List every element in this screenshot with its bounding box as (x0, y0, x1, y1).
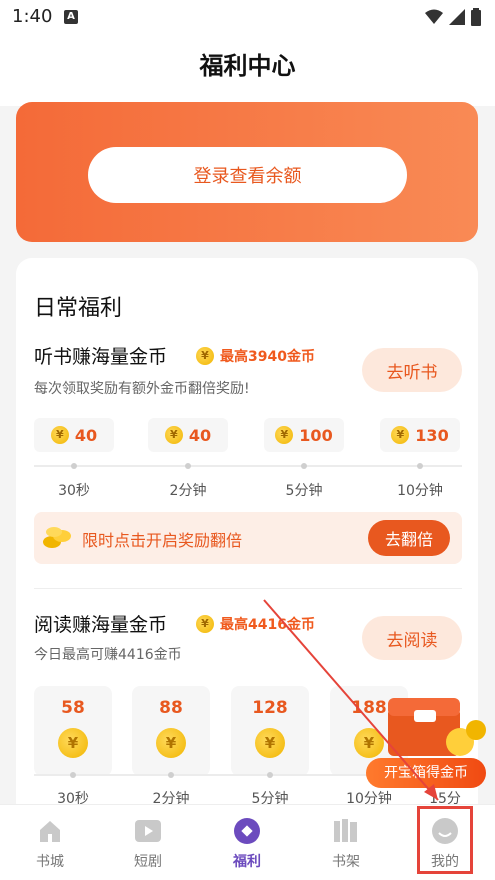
reward-chip: ¥40 (148, 418, 228, 452)
coin-icon: ¥ (50, 426, 69, 444)
time-label: 30秒 (58, 483, 90, 499)
coin-icon: ¥ (255, 728, 285, 758)
section-divider (34, 588, 462, 589)
bookshelf-icon (332, 817, 360, 845)
section-title: 日常福利 (34, 296, 123, 321)
nav-label: 书城 (36, 854, 64, 870)
reward-chip: ¥100 (264, 418, 344, 452)
reward-chip: ¥130 (380, 418, 460, 452)
progress-dot (185, 463, 191, 469)
page-header: 福利中心 (0, 34, 495, 106)
read-reward-card: 58 ¥ (34, 686, 112, 776)
coin-icon: ¥ (58, 728, 88, 758)
reward-amount: 100 (299, 425, 333, 445)
coin-icon: ¥ (196, 347, 214, 365)
reward-amount: 88 (159, 698, 183, 718)
welfare-icon (233, 817, 261, 845)
listen-max-text: 最高3940金币 (220, 349, 315, 365)
gold-stack-icon (43, 527, 71, 548)
system-icons (425, 8, 481, 26)
app-notification-icon: A (64, 10, 78, 24)
progress-dot (301, 463, 307, 469)
time-label: 10分钟 (397, 483, 443, 499)
progress-dot (71, 463, 77, 469)
time-label: 2分钟 (169, 483, 207, 499)
status-bar: 1:40 A (0, 0, 495, 34)
reward-amount: 128 (252, 698, 288, 718)
reward-chip: ¥40 (34, 418, 114, 452)
coin-icon: ¥ (275, 426, 294, 444)
coin-icon: ¥ (164, 426, 183, 444)
listen-max-reward: ¥ 最高3940金币 (196, 346, 315, 366)
read-subtitle: 今日最高可赚4416金币 (34, 647, 182, 663)
nav-item-short-drama[interactable]: 短剧 (108, 805, 188, 880)
nav-label: 书架 (332, 854, 360, 870)
progress-dot (70, 772, 76, 778)
time-label: 5分钟 (285, 483, 323, 499)
progress-dot (267, 772, 273, 778)
treasure-chest-icon[interactable] (380, 690, 490, 760)
coin-icon: ¥ (391, 426, 410, 444)
read-task-title: 阅读赚海量金币 (34, 614, 168, 636)
nav-label: 福利 (233, 854, 261, 870)
progress-track (34, 465, 462, 467)
page-title: 福利中心 (199, 52, 296, 80)
reward-amount: 130 (415, 425, 449, 445)
reward-amount: 40 (74, 425, 98, 445)
read-reward-card: 128 ¥ (231, 686, 309, 776)
open-chest-button[interactable]: 开宝箱得金币 (366, 758, 486, 788)
balance-banner: 登录查看余额 (16, 102, 478, 242)
play-icon (134, 817, 162, 845)
read-max-reward: ¥ 最高4416金币 (196, 614, 315, 634)
go-listen-button[interactable]: 去听书 (362, 348, 462, 392)
coin-icon: ¥ (156, 728, 186, 758)
reward-amount: 40 (188, 425, 212, 445)
listen-subtitle: 每次领取奖励有额外金币翻倍奖励! (34, 381, 250, 397)
coin-icon: ¥ (196, 615, 214, 633)
nav-item-bookstore[interactable]: 书城 (10, 805, 90, 880)
highlight-box (417, 806, 473, 874)
nav-label: 短剧 (134, 854, 162, 870)
listen-task-title: 听书赚海量金币 (34, 346, 168, 368)
login-balance-button[interactable]: 登录查看余额 (88, 147, 407, 203)
wifi-icon (425, 9, 443, 24)
progress-dot (417, 463, 423, 469)
double-banner-text: 限时点击开启奖励翻倍 (82, 531, 243, 550)
signal-icon (449, 9, 465, 25)
double-reward-banner: 限时点击开启奖励翻倍 去翻倍 (34, 512, 462, 564)
nav-item-bookshelf[interactable]: 书架 (306, 805, 386, 880)
go-double-button[interactable]: 去翻倍 (368, 520, 450, 556)
reward-amount: 58 (61, 698, 85, 718)
read-reward-card: 88 ¥ (132, 686, 210, 776)
battery-icon (471, 8, 481, 26)
status-time: 1:40 (12, 6, 53, 27)
progress-dot (168, 772, 174, 778)
read-max-text: 最高4416金币 (220, 617, 315, 633)
go-read-button[interactable]: 去阅读 (362, 616, 462, 660)
bookstore-icon (36, 817, 64, 845)
nav-item-welfare[interactable]: 福利 (207, 805, 287, 880)
